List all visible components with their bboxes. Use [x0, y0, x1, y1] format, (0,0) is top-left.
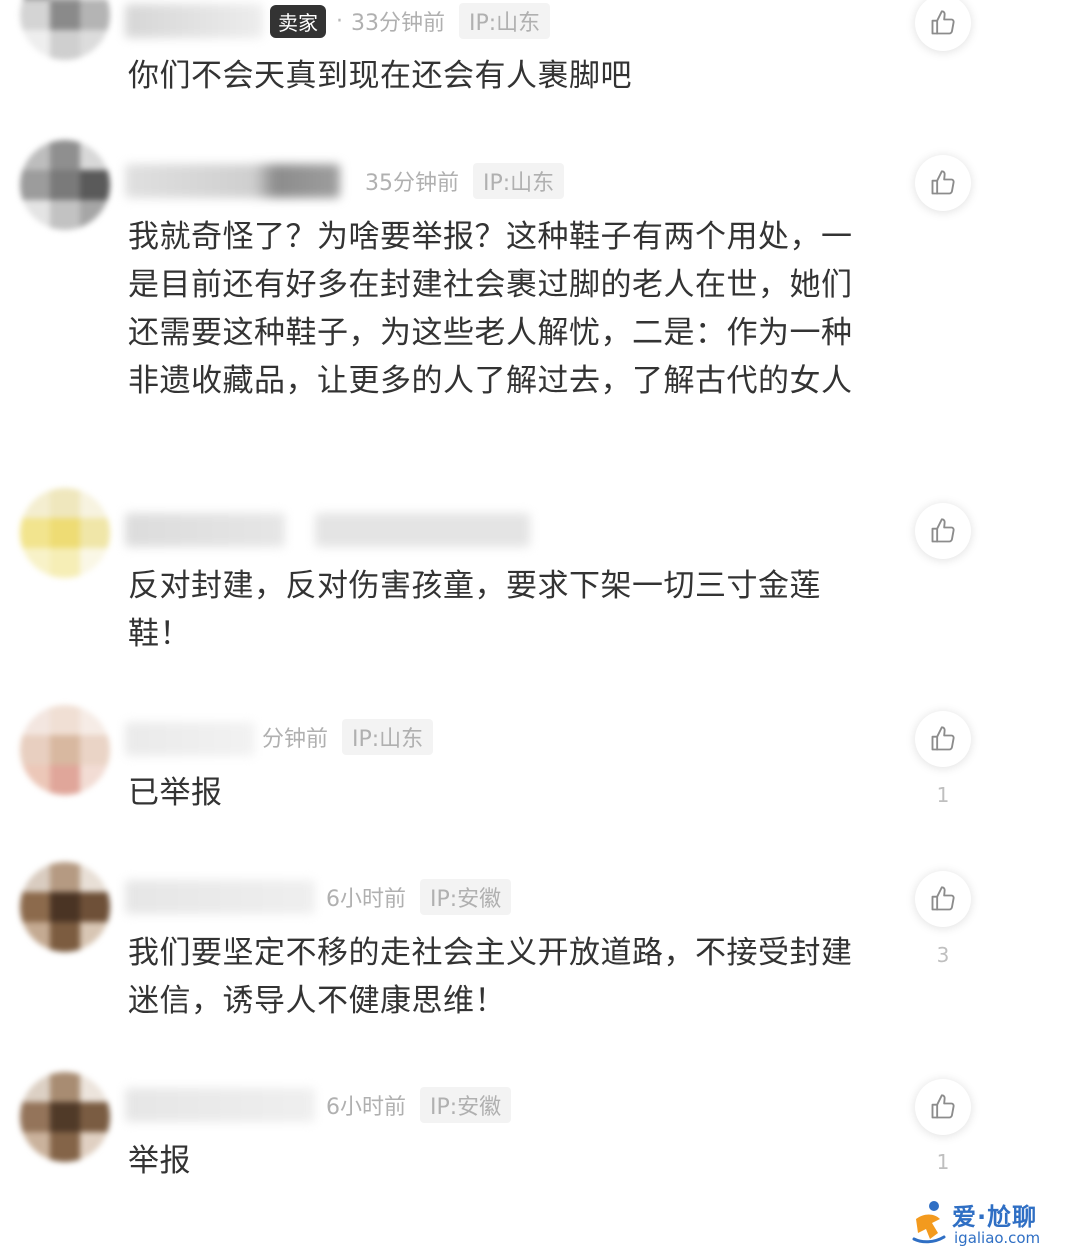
comment-time: 6小时前	[326, 1095, 406, 1120]
comment-text: 举报	[128, 1143, 191, 1179]
avatar[interactable]	[20, 0, 110, 60]
ip-location: IP:安徽	[420, 1087, 512, 1123]
watermark-title: 爱·尬聊	[952, 1203, 1038, 1231]
watermark-url: igaliao.com	[954, 1229, 1041, 1247]
comment-meta: 分钟前 IP:山东	[262, 719, 434, 755]
avatar[interactable]	[20, 862, 110, 952]
comment-text: 反对封建，反对伤害孩童，要求下架一切三寸金莲鞋！	[128, 568, 821, 652]
comment-text: 已举报	[128, 775, 223, 811]
like-button[interactable]	[915, 871, 971, 927]
thumbs-up-icon	[931, 518, 955, 543]
thumbs-up-icon	[931, 1094, 955, 1119]
comment-time: 35分钟前	[365, 171, 459, 196]
comment-meta: 卖家 · 33分钟前 IP:山东	[270, 3, 551, 39]
site-watermark: 爱·尬聊 igaliao.com	[910, 1197, 1070, 1253]
comment-time: 6小时前	[326, 887, 406, 912]
username-blurred[interactable]	[125, 1088, 315, 1122]
thumbs-up-icon	[931, 886, 955, 911]
comment-meta: 6小时前 IP:安徽	[326, 1087, 512, 1123]
like-button[interactable]	[915, 0, 971, 51]
comment-text: 你们不会天真到现在还会有人裹脚吧	[128, 58, 632, 94]
like-button[interactable]	[915, 503, 971, 559]
username-blurred[interactable]	[125, 722, 255, 756]
username-blurred[interactable]	[125, 164, 340, 198]
like-count: 1	[936, 1150, 950, 1174]
avatar[interactable]	[20, 705, 110, 795]
like-button[interactable]	[915, 155, 971, 211]
seller-badge: 卖家	[270, 4, 326, 38]
avatar[interactable]	[20, 1072, 110, 1162]
comment-time: 33分钟前	[351, 11, 445, 36]
username-blurred[interactable]	[125, 880, 315, 914]
running-figure-logo-icon	[912, 1201, 946, 1244]
like-count: 1	[936, 783, 950, 807]
ip-location: IP:安徽	[420, 879, 512, 915]
comment-text: 我就奇怪了？为啥要举报？这种鞋子有两个用处，一是目前还有好多在封建社会裹过脚的老…	[128, 219, 853, 399]
avatar[interactable]	[20, 140, 110, 230]
comment-time: 分钟前	[262, 727, 329, 752]
username-blurred[interactable]	[125, 4, 263, 38]
comment-meta: 35分钟前 IP:山东	[365, 163, 565, 199]
like-button[interactable]	[915, 711, 971, 767]
thumbs-up-icon	[931, 170, 955, 195]
thumbs-up-icon	[931, 10, 955, 35]
comment-text: 我们要坚定不移的走社会主义开放道路，不接受封建迷信，诱导人不健康思维！	[128, 935, 853, 1019]
username-blurred[interactable]	[125, 513, 285, 547]
ip-location: IP:山东	[342, 719, 434, 755]
like-count: 3	[936, 943, 950, 967]
avatar[interactable]	[20, 488, 110, 578]
ip-location: IP:山东	[459, 3, 551, 39]
comment-meta: 6小时前 IP:安徽	[326, 879, 512, 915]
ip-location: IP:山东	[473, 163, 565, 199]
like-button[interactable]	[915, 1079, 971, 1135]
thumbs-up-icon	[931, 726, 955, 751]
username-blurred[interactable]	[315, 513, 530, 547]
meta-separator: ·	[336, 8, 343, 34]
